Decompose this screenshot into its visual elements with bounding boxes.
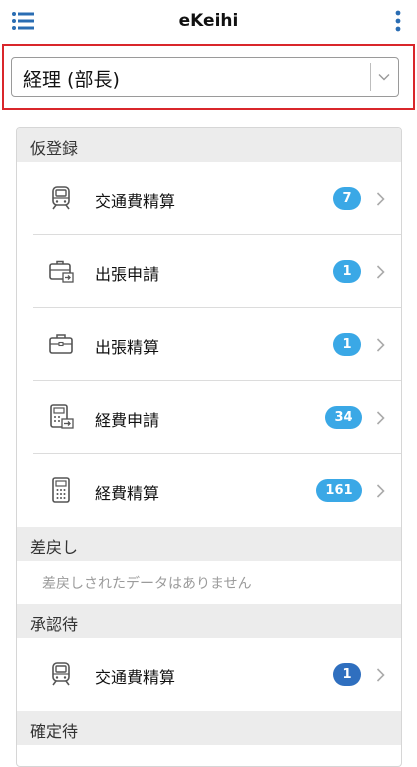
list-item-travel-settlement[interactable]: 出張精算 1	[17, 308, 401, 381]
count-badge: 1	[333, 333, 361, 356]
list-item-approval-transport-expense[interactable]: 交通費精算 1	[17, 638, 401, 711]
list-item-label: 出張申請	[95, 265, 160, 284]
count-badge: 1	[333, 663, 361, 686]
chevron-right-icon	[376, 192, 385, 206]
count-badge: 34	[325, 406, 362, 429]
list-item-label: 交通費精算	[95, 668, 176, 687]
count-badge: 161	[316, 479, 362, 502]
list-item-label: 経費申請	[95, 411, 160, 430]
chevron-right-icon	[376, 668, 385, 682]
role-select[interactable]: 経理 (部長)	[11, 57, 399, 97]
chevron-right-icon	[376, 411, 385, 425]
section-header-awaiting-confirmation: 確定待	[17, 711, 401, 745]
page-title: eKeihi	[178, 11, 239, 31]
list-item-travel-request[interactable]: 出張申請 1	[17, 235, 401, 308]
train-icon	[52, 662, 70, 686]
chevron-right-icon	[376, 338, 385, 352]
more-options-icon[interactable]	[395, 10, 401, 32]
chevron-down-icon[interactable]	[378, 71, 390, 83]
section-header-provisional: 仮登録	[17, 128, 401, 162]
list-item-label: 出張精算	[95, 338, 160, 357]
chevron-right-icon	[376, 265, 385, 279]
briefcase-arrow-icon	[49, 260, 74, 283]
list-item-expense-request[interactable]: 経費申請 34	[17, 381, 401, 454]
list-item-label: 交通費精算	[95, 192, 176, 211]
chevron-right-icon	[376, 484, 385, 498]
role-select-divider	[370, 63, 371, 91]
empty-returned-message: 差戻しされたデータはありません	[42, 576, 252, 592]
section-header-returned: 差戻し	[17, 527, 401, 561]
role-select-value: 経理 (部長)	[23, 69, 120, 91]
list-item-expense-settlement[interactable]: 経費精算 161	[17, 454, 401, 527]
calculator-arrow-icon	[50, 404, 74, 429]
list-item-label: 経費精算	[95, 484, 160, 503]
calculator-icon	[52, 477, 70, 503]
status-panel: 仮登録 交通費精算 7 出張申請 1 出張精算 1 経費申請 34 経費精算 1…	[16, 127, 402, 767]
train-icon	[52, 186, 70, 210]
section-header-awaiting-approval: 承認待	[17, 604, 401, 638]
list-item-transport-expense[interactable]: 交通費精算 7	[17, 162, 401, 235]
count-badge: 7	[333, 187, 361, 210]
count-badge: 1	[333, 260, 361, 283]
briefcase-icon	[49, 334, 73, 354]
app-header: eKeihi	[0, 0, 417, 44]
